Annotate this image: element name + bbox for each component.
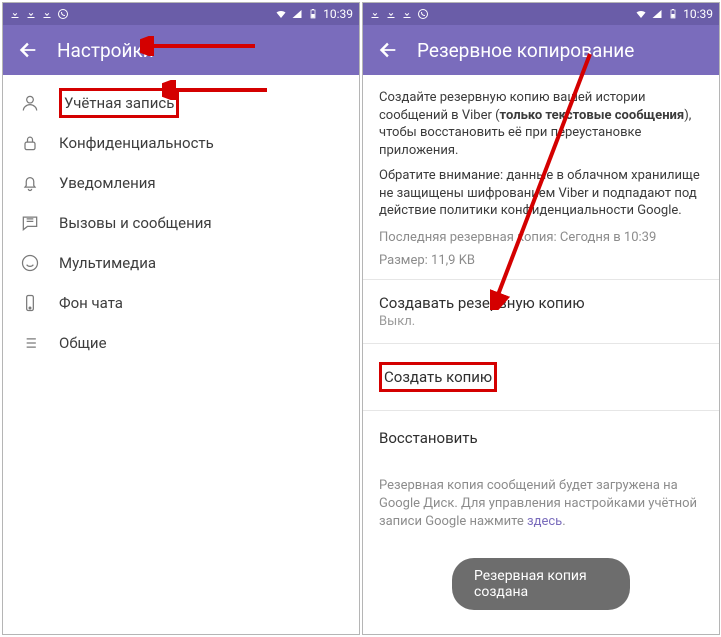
download-icon <box>41 8 53 20</box>
clock: 10:39 <box>323 7 353 21</box>
wifi-icon <box>275 8 287 20</box>
titlebar: Резервное копирование <box>363 25 719 75</box>
backup-frequency[interactable]: Создавать резервную копию Выкл. <box>363 279 719 343</box>
restore-backup[interactable]: Восстановить <box>363 410 719 465</box>
settings-item-account[interactable]: Учётная запись <box>3 83 359 123</box>
settings-item-label: Конфиденциальность <box>59 134 214 152</box>
back-arrow-icon[interactable] <box>17 39 39 61</box>
smile-icon <box>19 253 41 273</box>
settings-item-label: Общие <box>59 334 107 352</box>
chat-icon <box>19 213 41 233</box>
phone-settings: 10:39 Настройки Учётная запись Конфиденц… <box>2 2 360 635</box>
bell-icon <box>19 173 41 193</box>
download-icon <box>401 8 413 20</box>
download-icon <box>385 8 397 20</box>
section-title: Создавать резервную копию <box>379 294 703 312</box>
highlight-box: Создать копию <box>379 362 497 392</box>
highlight-box: Учётная запись <box>59 88 179 118</box>
section-title: Восстановить <box>379 429 703 447</box>
settings-item-wallpaper[interactable]: Фон чата <box>3 283 359 323</box>
list-icon <box>19 333 41 353</box>
intro-text-1: Создайте резервную копию вашей истории с… <box>379 89 703 159</box>
battery-icon <box>667 8 679 20</box>
download-icon <box>25 8 37 20</box>
status-bar: 10:39 <box>3 3 359 25</box>
page-title: Резервное копирование <box>417 39 634 62</box>
settings-item-media[interactable]: Мультимедиа <box>3 243 359 283</box>
settings-item-privacy[interactable]: Конфиденциальность <box>3 123 359 163</box>
phone-icon <box>19 293 41 313</box>
download-icon <box>369 8 381 20</box>
viber-icon <box>57 8 69 20</box>
settings-item-label: Учётная запись <box>64 94 174 112</box>
settings-item-notify[interactable]: Уведомления <box>3 163 359 203</box>
titlebar: Настройки <box>3 25 359 75</box>
viber-icon <box>417 8 429 20</box>
battery-icon <box>307 8 319 20</box>
settings-item-label: Уведомления <box>59 174 156 192</box>
settings-list: Учётная запись Конфиденциальность Уведом… <box>3 75 359 371</box>
settings-item-general[interactable]: Общие <box>3 323 359 363</box>
make-backup[interactable]: Создать копию <box>363 343 719 410</box>
user-icon <box>19 93 41 113</box>
clock: 10:39 <box>683 7 713 21</box>
settings-item-label: Мультимедиа <box>59 254 156 272</box>
settings-item-label: Вызовы и сообщения <box>59 214 212 232</box>
back-arrow-icon[interactable] <box>377 39 399 61</box>
phone-backup: 10:39 Резервное копирование Создайте рез… <box>362 2 720 635</box>
signal-icon <box>291 8 303 20</box>
settings-item-label: Фон чата <box>59 294 123 312</box>
section-title: Создать копию <box>384 368 492 386</box>
settings-item-calls[interactable]: Вызовы и сообщения <box>3 203 359 243</box>
intro-text-2: Обратите внимание: данные в облачном хра… <box>379 167 703 220</box>
here-link[interactable]: здесь <box>527 514 562 529</box>
signal-icon <box>651 8 663 20</box>
toast-backup-created: Резервная копия создана <box>452 558 630 610</box>
download-icon <box>9 8 21 20</box>
status-bar: 10:39 <box>363 3 719 25</box>
backup-size: Размер: 11,9 KB <box>379 251 703 271</box>
last-backup: Последняя резервная копия: Сегодня в 10:… <box>379 228 703 248</box>
section-subtitle: Выкл. <box>379 314 703 329</box>
page-title: Настройки <box>57 39 154 62</box>
wifi-icon <box>635 8 647 20</box>
lock-icon <box>19 133 41 153</box>
backup-info: Резервная копия сообщений будет загружен… <box>363 465 719 532</box>
